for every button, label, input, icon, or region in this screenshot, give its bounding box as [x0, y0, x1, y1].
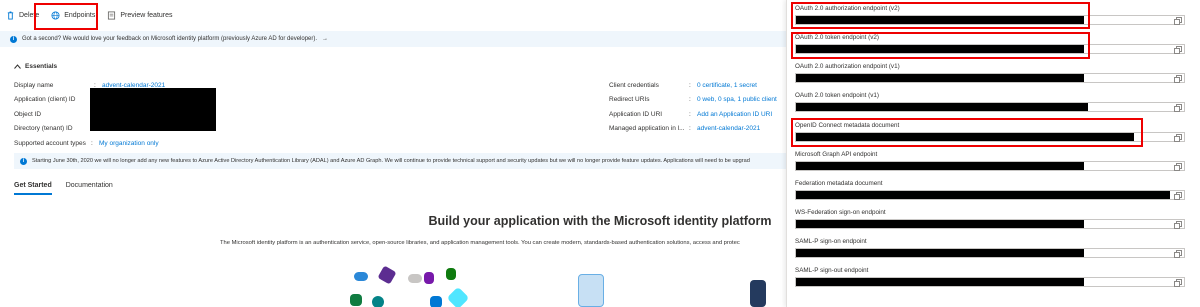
hexagon-icon	[377, 265, 397, 285]
endpoint-item: Microsoft Graph API endpoint	[795, 150, 1193, 171]
essentials-right: Client credentials: 0 certificate, 1 sec…	[609, 78, 777, 136]
oauth-v2-authorize-highlight	[791, 2, 1090, 29]
tab-documentation[interactable]: Documentation	[66, 182, 113, 195]
banner-text: Starting June 30th, 2020 we will no long…	[32, 158, 750, 164]
copy-icon[interactable]	[1174, 75, 1182, 83]
redacted-url	[796, 162, 1084, 170]
oauth-v2-token-highlight	[791, 32, 1090, 59]
copy-icon[interactable]	[1174, 279, 1182, 287]
redacted-url	[796, 278, 1084, 286]
essentials-row: Supported account types: My organization…	[14, 139, 159, 147]
document-icon	[578, 274, 604, 307]
azure-icon	[446, 286, 470, 307]
tab-get-started[interactable]: Get Started	[14, 182, 52, 195]
endpoint-item: SAML-P sign-out endpoint	[795, 266, 1193, 287]
endpoint-url-field[interactable]	[795, 248, 1185, 258]
essentials-toggle[interactable]: Essentials	[14, 63, 57, 70]
redacted-url	[796, 74, 1084, 82]
endpoint-label: SAML-P sign-on endpoint	[795, 238, 867, 245]
cloud-icon	[354, 272, 368, 281]
openid-metadata-highlight	[791, 118, 1143, 147]
app-id-uri-label: Application ID URI	[609, 110, 663, 118]
essentials-row: Managed application in l...: advent-cale…	[609, 125, 761, 133]
endpoints-highlight	[34, 3, 98, 30]
app-registration-page: Delete Endpoints Preview features i Got …	[0, 0, 790, 307]
essentials-heading: Essentials	[25, 63, 58, 70]
essentials-row: Application ID URI: Add an Application I…	[609, 110, 773, 118]
tab-bar: Get Started Documentation	[14, 182, 113, 195]
essentials-row: Redirect URIs: 0 web, 0 spa, 1 public cl…	[609, 96, 777, 104]
preview-features-label: Preview features	[120, 11, 173, 19]
endpoint-item: OAuth 2.0 token endpoint (v1)	[795, 91, 1193, 112]
pyramid-icon	[446, 268, 456, 280]
feature-illustration	[350, 265, 470, 307]
copy-icon[interactable]	[1174, 221, 1182, 229]
client-credentials-link[interactable]: 0 certificate, 1 secret	[697, 82, 757, 89]
add-app-id-uri-link[interactable]: Add an Application ID URI	[697, 111, 772, 118]
redirect-uris-link[interactable]: 0 web, 0 spa, 1 public client	[697, 96, 777, 103]
endpoint-item: Federation metadata document	[795, 179, 1193, 200]
endpoint-label: SAML-P sign-out endpoint	[795, 267, 869, 274]
sharepoint-icon	[372, 296, 384, 307]
endpoint-item: OAuth 2.0 authorization endpoint (v1)	[795, 62, 1193, 83]
endpoint-url-field[interactable]	[795, 190, 1185, 200]
adal-deprecation-banner: i Starting June 30th, 2020 we will no lo…	[14, 153, 789, 169]
endpoint-label: Federation metadata document	[795, 180, 883, 187]
client-id-label: Application (client) ID	[14, 96, 76, 104]
excel-icon	[350, 294, 362, 306]
outlook-icon	[430, 296, 442, 307]
info-icon: i	[10, 35, 17, 43]
redacted-url	[796, 191, 1170, 199]
copy-icon[interactable]	[1174, 17, 1182, 25]
cloud-icon	[408, 274, 422, 283]
redacted-url	[796, 103, 1088, 111]
preview-features-button[interactable]: Preview features	[107, 6, 173, 24]
chevron-up-icon	[14, 64, 21, 69]
onenote-icon	[424, 272, 434, 284]
info-icon: i	[20, 157, 27, 165]
essentials-row: Client credentials: 0 certificate, 1 sec…	[609, 81, 757, 89]
account-types-link[interactable]: My organization only	[99, 140, 159, 147]
account-types-label: Supported account types	[14, 139, 86, 147]
endpoint-item: SAML-P sign-on endpoint	[795, 237, 1193, 258]
endpoint-url-field[interactable]	[795, 73, 1185, 83]
server-icon	[750, 280, 766, 307]
copy-icon[interactable]	[1174, 134, 1182, 142]
arrow-right-icon: →	[322, 36, 329, 42]
display-name-label: Display name	[14, 81, 54, 89]
trash-icon	[7, 10, 14, 20]
command-bar: Delete Endpoints Preview features	[0, 0, 790, 30]
managed-app-link[interactable]: advent-calendar-2021	[697, 125, 760, 132]
endpoint-url-field[interactable]	[795, 161, 1185, 171]
copy-icon[interactable]	[1174, 192, 1182, 200]
copy-icon[interactable]	[1174, 104, 1182, 112]
tenant-id-label: Directory (tenant) ID	[14, 125, 73, 133]
client-credentials-label: Client credentials	[609, 81, 659, 89]
endpoint-label: Microsoft Graph API endpoint	[795, 151, 878, 158]
endpoint-label: OAuth 2.0 token endpoint (v1)	[795, 92, 880, 99]
redacted-url	[796, 249, 1084, 257]
redirect-uris-label: Redirect URIs	[609, 96, 650, 104]
feedback-bar[interactable]: i Got a second? We would love your feedb…	[0, 31, 790, 47]
copy-icon[interactable]	[1174, 46, 1182, 54]
copy-icon[interactable]	[1174, 163, 1182, 171]
endpoint-url-field[interactable]	[795, 219, 1185, 229]
endpoint-item: WS-Federation sign-on endpoint	[795, 208, 1193, 229]
feedback-text: Got a second? We would love your feedbac…	[22, 36, 318, 42]
endpoint-url-field[interactable]	[795, 277, 1185, 287]
hero-description: The Microsoft identity platform is an au…	[220, 240, 740, 246]
redacted-ids	[90, 88, 216, 131]
managed-app-label: Managed application in l...	[609, 125, 685, 133]
copy-icon[interactable]	[1174, 250, 1182, 258]
endpoints-panel: OAuth 2.0 authorization endpoint (v2) OA…	[786, 0, 1200, 307]
endpoint-label: OAuth 2.0 authorization endpoint (v1)	[795, 63, 900, 70]
redacted-url	[796, 220, 1084, 228]
endpoint-label: WS-Federation sign-on endpoint	[795, 209, 886, 216]
object-id-label: Object ID	[14, 110, 42, 118]
preview-icon	[108, 10, 116, 20]
endpoint-url-field[interactable]	[795, 102, 1185, 112]
